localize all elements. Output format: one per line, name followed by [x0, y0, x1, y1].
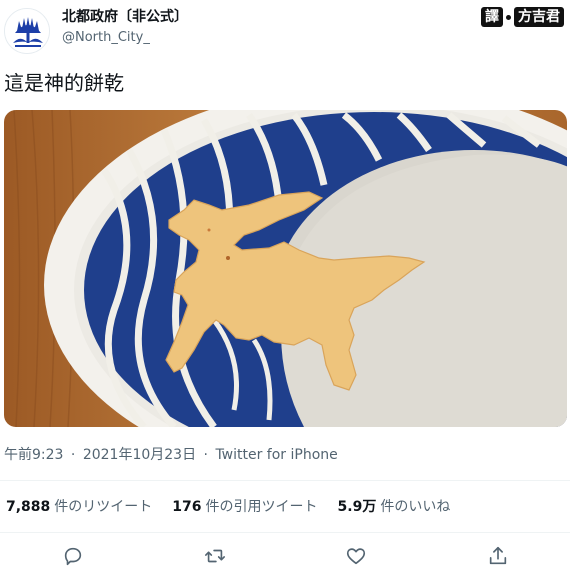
author-display-name[interactable]: 北都政府〔非公式〕: [62, 8, 188, 26]
tweet-source[interactable]: Twitter for iPhone: [215, 447, 337, 463]
tweet-time[interactable]: 午前9:23: [4, 447, 63, 463]
retweet-count: 7,888: [6, 499, 51, 515]
like-count: 5.9万: [337, 499, 377, 515]
retweet-icon: [205, 549, 225, 563]
translator-dot: [506, 14, 511, 20]
retweet-label: 件のリツイート: [54, 499, 153, 515]
chrysanthemum-emblem-icon: [5, 9, 49, 53]
translator-name: 方吉君: [514, 7, 564, 27]
quote-label: 件の引用ツイート: [205, 499, 318, 515]
share-button[interactable]: [486, 544, 510, 568]
tweet-meta: 午前9:23 · 2021年10月23日 · Twitter for iPhon…: [4, 446, 338, 464]
quote-count: 176: [172, 499, 202, 515]
meta-separator: ·: [203, 447, 208, 463]
tweet-text: 這是神的餅乾: [4, 71, 124, 95]
divider-top: [0, 480, 570, 481]
stat-quotes[interactable]: 176 件の引用ツイート: [172, 498, 317, 516]
author-names: 北都政府〔非公式〕 @North_City_: [62, 8, 188, 47]
meta-separator: ·: [70, 447, 76, 463]
tweet-header: 北都政府〔非公式〕 @North_City_ 譯 方吉君: [0, 0, 570, 58]
avatar[interactable]: [4, 8, 50, 54]
heart-icon: [346, 548, 366, 565]
tweet-photo[interactable]: [4, 110, 567, 427]
tweet-date[interactable]: 2021年10月23日: [83, 447, 196, 463]
stat-retweets[interactable]: 7,888 件のリツイート: [6, 498, 152, 516]
action-bar: [0, 542, 570, 570]
reply-icon: [64, 547, 82, 566]
like-label: 件のいいね: [380, 499, 451, 515]
reply-button[interactable]: [61, 544, 85, 568]
cookie-photo-illustration: [4, 110, 567, 427]
translator-prefix: 譯: [481, 7, 503, 27]
share-icon: [489, 546, 507, 565]
stat-likes[interactable]: 5.9万 件のいいね: [338, 498, 451, 516]
retweet-button[interactable]: [203, 544, 227, 568]
translator-credit: 譯 方吉君: [481, 6, 564, 28]
tweet-stats: 7,888 件のリツイート 176 件の引用ツイート 5.9万 件のいいね: [6, 498, 450, 516]
author-handle[interactable]: @North_City_: [62, 29, 188, 47]
divider-bottom: [0, 532, 570, 533]
like-button[interactable]: [344, 544, 368, 568]
